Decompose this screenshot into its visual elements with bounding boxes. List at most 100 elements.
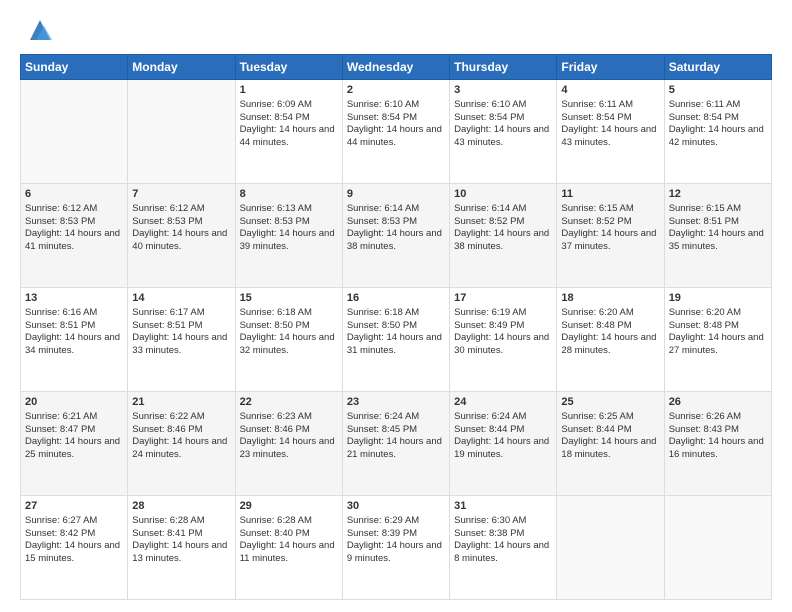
- day-number: 13: [25, 291, 123, 306]
- day-number: 6: [25, 187, 123, 202]
- daylight-text: Daylight: 14 hours and 43 minutes.: [454, 124, 552, 150]
- daylight-text: Daylight: 14 hours and 31 minutes.: [347, 332, 445, 358]
- weekday-header-monday: Monday: [128, 55, 235, 80]
- sunrise-text: Sunrise: 6:16 AM: [25, 307, 123, 320]
- sunrise-text: Sunrise: 6:21 AM: [25, 411, 123, 424]
- day-number: 10: [454, 187, 552, 202]
- daylight-text: Daylight: 14 hours and 9 minutes.: [347, 540, 445, 566]
- daylight-text: Daylight: 14 hours and 25 minutes.: [25, 436, 123, 462]
- calendar-cell: 26Sunrise: 6:26 AMSunset: 8:43 PMDayligh…: [664, 392, 771, 496]
- sunset-text: Sunset: 8:48 PM: [669, 320, 767, 333]
- day-number: 24: [454, 395, 552, 410]
- sunset-text: Sunset: 8:51 PM: [669, 216, 767, 229]
- calendar-cell: 4Sunrise: 6:11 AMSunset: 8:54 PMDaylight…: [557, 80, 664, 184]
- sunset-text: Sunset: 8:53 PM: [132, 216, 230, 229]
- daylight-text: Daylight: 14 hours and 32 minutes.: [240, 332, 338, 358]
- sunset-text: Sunset: 8:43 PM: [669, 424, 767, 437]
- sunrise-text: Sunrise: 6:10 AM: [347, 99, 445, 112]
- calendar-cell: 28Sunrise: 6:28 AMSunset: 8:41 PMDayligh…: [128, 496, 235, 600]
- day-number: 12: [669, 187, 767, 202]
- day-number: 26: [669, 395, 767, 410]
- week-row-3: 13Sunrise: 6:16 AMSunset: 8:51 PMDayligh…: [21, 288, 772, 392]
- daylight-text: Daylight: 14 hours and 38 minutes.: [347, 228, 445, 254]
- day-number: 17: [454, 291, 552, 306]
- daylight-text: Daylight: 14 hours and 24 minutes.: [132, 436, 230, 462]
- day-number: 15: [240, 291, 338, 306]
- sunrise-text: Sunrise: 6:20 AM: [669, 307, 767, 320]
- sunset-text: Sunset: 8:54 PM: [561, 112, 659, 125]
- daylight-text: Daylight: 14 hours and 41 minutes.: [25, 228, 123, 254]
- sunrise-text: Sunrise: 6:24 AM: [454, 411, 552, 424]
- sunrise-text: Sunrise: 6:29 AM: [347, 515, 445, 528]
- sunrise-text: Sunrise: 6:28 AM: [240, 515, 338, 528]
- sunset-text: Sunset: 8:54 PM: [669, 112, 767, 125]
- logo: [20, 16, 54, 44]
- day-number: 4: [561, 83, 659, 98]
- sunset-text: Sunset: 8:40 PM: [240, 528, 338, 541]
- sunset-text: Sunset: 8:49 PM: [454, 320, 552, 333]
- daylight-text: Daylight: 14 hours and 43 minutes.: [561, 124, 659, 150]
- sunset-text: Sunset: 8:52 PM: [561, 216, 659, 229]
- weekday-header-wednesday: Wednesday: [342, 55, 449, 80]
- day-number: 14: [132, 291, 230, 306]
- sunrise-text: Sunrise: 6:19 AM: [454, 307, 552, 320]
- daylight-text: Daylight: 14 hours and 44 minutes.: [347, 124, 445, 150]
- calendar-cell: [21, 80, 128, 184]
- day-number: 29: [240, 499, 338, 514]
- week-row-2: 6Sunrise: 6:12 AMSunset: 8:53 PMDaylight…: [21, 184, 772, 288]
- calendar-cell: 10Sunrise: 6:14 AMSunset: 8:52 PMDayligh…: [450, 184, 557, 288]
- sunset-text: Sunset: 8:51 PM: [25, 320, 123, 333]
- sunrise-text: Sunrise: 6:24 AM: [347, 411, 445, 424]
- calendar-cell: 23Sunrise: 6:24 AMSunset: 8:45 PMDayligh…: [342, 392, 449, 496]
- sunrise-text: Sunrise: 6:17 AM: [132, 307, 230, 320]
- sunrise-text: Sunrise: 6:14 AM: [454, 203, 552, 216]
- day-number: 30: [347, 499, 445, 514]
- sunset-text: Sunset: 8:54 PM: [347, 112, 445, 125]
- sunset-text: Sunset: 8:39 PM: [347, 528, 445, 541]
- calendar-cell: [664, 496, 771, 600]
- daylight-text: Daylight: 14 hours and 39 minutes.: [240, 228, 338, 254]
- daylight-text: Daylight: 14 hours and 18 minutes.: [561, 436, 659, 462]
- day-number: 1: [240, 83, 338, 98]
- sunrise-text: Sunrise: 6:27 AM: [25, 515, 123, 528]
- sunset-text: Sunset: 8:50 PM: [240, 320, 338, 333]
- calendar-cell: 21Sunrise: 6:22 AMSunset: 8:46 PMDayligh…: [128, 392, 235, 496]
- calendar-cell: 17Sunrise: 6:19 AMSunset: 8:49 PMDayligh…: [450, 288, 557, 392]
- daylight-text: Daylight: 14 hours and 27 minutes.: [669, 332, 767, 358]
- sunset-text: Sunset: 8:38 PM: [454, 528, 552, 541]
- calendar-cell: 5Sunrise: 6:11 AMSunset: 8:54 PMDaylight…: [664, 80, 771, 184]
- calendar-cell: 3Sunrise: 6:10 AMSunset: 8:54 PMDaylight…: [450, 80, 557, 184]
- daylight-text: Daylight: 14 hours and 34 minutes.: [25, 332, 123, 358]
- daylight-text: Daylight: 14 hours and 33 minutes.: [132, 332, 230, 358]
- daylight-text: Daylight: 14 hours and 15 minutes.: [25, 540, 123, 566]
- daylight-text: Daylight: 14 hours and 44 minutes.: [240, 124, 338, 150]
- calendar-cell: 31Sunrise: 6:30 AMSunset: 8:38 PMDayligh…: [450, 496, 557, 600]
- calendar-cell: 12Sunrise: 6:15 AMSunset: 8:51 PMDayligh…: [664, 184, 771, 288]
- sunrise-text: Sunrise: 6:15 AM: [561, 203, 659, 216]
- day-number: 9: [347, 187, 445, 202]
- calendar-cell: 7Sunrise: 6:12 AMSunset: 8:53 PMDaylight…: [128, 184, 235, 288]
- sunset-text: Sunset: 8:44 PM: [561, 424, 659, 437]
- daylight-text: Daylight: 14 hours and 8 minutes.: [454, 540, 552, 566]
- day-number: 22: [240, 395, 338, 410]
- sunset-text: Sunset: 8:53 PM: [25, 216, 123, 229]
- sunrise-text: Sunrise: 6:20 AM: [561, 307, 659, 320]
- sunset-text: Sunset: 8:46 PM: [240, 424, 338, 437]
- calendar-cell: 27Sunrise: 6:27 AMSunset: 8:42 PMDayligh…: [21, 496, 128, 600]
- daylight-text: Daylight: 14 hours and 16 minutes.: [669, 436, 767, 462]
- calendar-cell: 16Sunrise: 6:18 AMSunset: 8:50 PMDayligh…: [342, 288, 449, 392]
- sunset-text: Sunset: 8:52 PM: [454, 216, 552, 229]
- sunrise-text: Sunrise: 6:12 AM: [25, 203, 123, 216]
- week-row-5: 27Sunrise: 6:27 AMSunset: 8:42 PMDayligh…: [21, 496, 772, 600]
- calendar-cell: 6Sunrise: 6:12 AMSunset: 8:53 PMDaylight…: [21, 184, 128, 288]
- calendar-cell: 18Sunrise: 6:20 AMSunset: 8:48 PMDayligh…: [557, 288, 664, 392]
- sunrise-text: Sunrise: 6:23 AM: [240, 411, 338, 424]
- day-number: 21: [132, 395, 230, 410]
- sunset-text: Sunset: 8:42 PM: [25, 528, 123, 541]
- sunrise-text: Sunrise: 6:22 AM: [132, 411, 230, 424]
- day-number: 2: [347, 83, 445, 98]
- day-number: 7: [132, 187, 230, 202]
- weekday-header-saturday: Saturday: [664, 55, 771, 80]
- sunset-text: Sunset: 8:50 PM: [347, 320, 445, 333]
- calendar-cell: 19Sunrise: 6:20 AMSunset: 8:48 PMDayligh…: [664, 288, 771, 392]
